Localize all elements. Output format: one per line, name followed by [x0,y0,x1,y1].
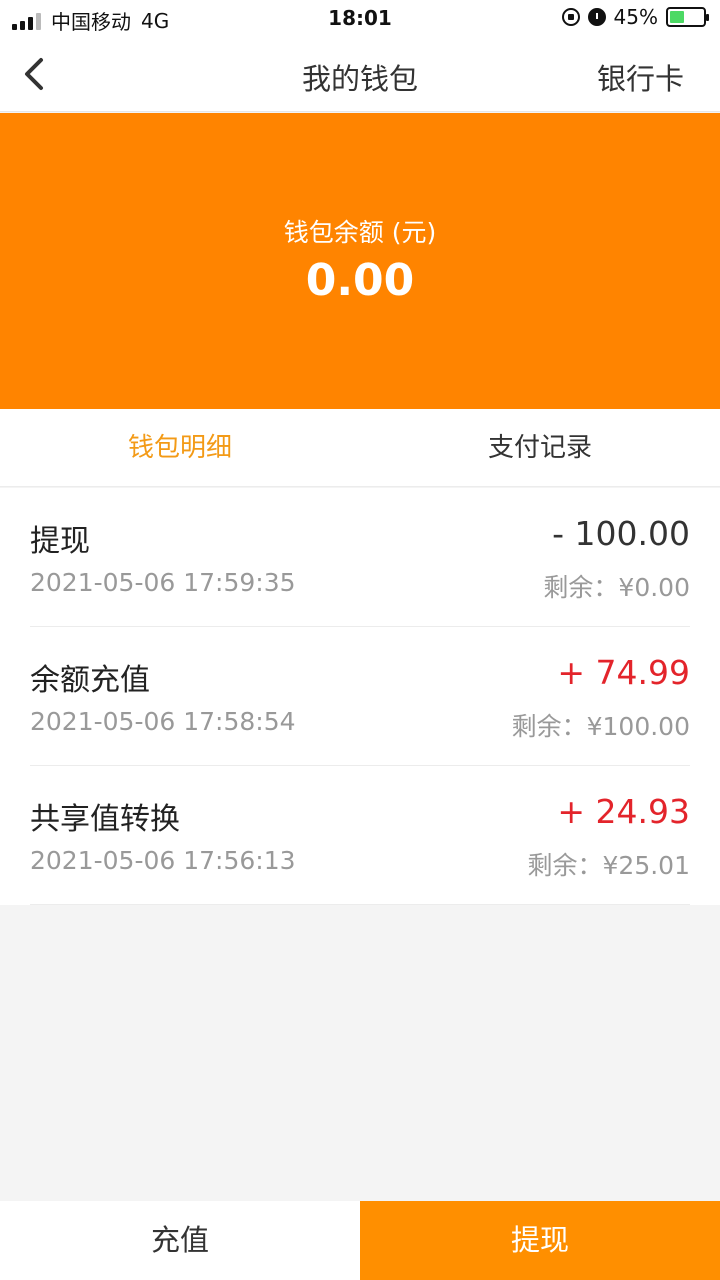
balance-label: 钱包余额 (元) [283,218,437,247]
record-title: 余额充值 [30,663,150,698]
record-title: 共享值转换 [30,802,180,837]
record-time: 2021-05-06 17:58:54 [30,707,296,736]
record-time: 2021-05-06 17:59:35 [30,568,296,597]
nav-bar: 我的钱包 银行卡 [0,36,720,112]
record-amount: + 24.93 [557,792,690,831]
rotation-lock-icon [561,8,580,26]
back-button[interactable] [14,52,58,96]
bank-card-link[interactable]: 银行卡 [597,56,684,98]
chevron-left-icon [25,58,43,90]
tab-wallet-details[interactable]: 钱包明细 [0,409,360,486]
battery-icon [666,7,709,27]
status-right: 45% [561,5,709,29]
list-item[interactable]: 余额充值 2021-05-06 17:58:54 + 74.99 剩余：¥100… [30,627,690,766]
record-remaining: 剩余：¥0.00 [543,573,690,602]
recharge-button[interactable]: 充值 [0,1201,360,1280]
record-amount: + 74.99 [557,653,690,692]
tab-bar: 钱包明细 支付记录 [0,409,720,487]
record-time: 2021-05-06 17:56:13 [30,846,296,875]
wallet-balance-panel: 钱包余额 (元) 0.00 [0,113,720,409]
record-remaining: 剩余：¥100.00 [511,712,690,741]
battery-percent: 45% [613,5,658,29]
withdraw-button[interactable]: 提现 [360,1201,720,1280]
alarm-icon [587,8,606,26]
balance-amount: 0.00 [305,255,415,306]
battery-fill [670,11,685,23]
record-remaining: 剩余：¥25.01 [527,851,690,880]
bottom-action-bar: 充值 提现 [0,1201,720,1280]
list-item[interactable]: 提现 2021-05-06 17:59:35 - 100.00 剩余：¥0.00 [30,488,690,627]
list-item[interactable]: 共享值转换 2021-05-06 17:56:13 + 24.93 剩余：¥25… [30,766,690,905]
record-title: 提现 [30,524,90,559]
record-list: 提现 2021-05-06 17:59:35 - 100.00 剩余：¥0.00… [0,488,720,905]
status-bar: 中国移动 4G 18:01 45% [0,0,720,36]
tab-payment-records[interactable]: 支付记录 [360,409,720,486]
record-amount: - 100.00 [552,514,690,553]
